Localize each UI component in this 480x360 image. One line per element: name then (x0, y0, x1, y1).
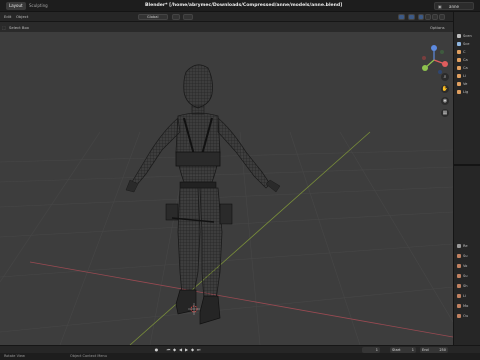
axis-x-icon[interactable] (442, 61, 448, 67)
properties-item[interactable]: Su (457, 274, 479, 281)
start-label: Start (392, 348, 401, 352)
overlay-toggle[interactable] (398, 14, 405, 20)
shading-wireframe-button[interactable] (418, 14, 424, 20)
window-title: Blender* [/home/abrymec/Downloads/Compre… (145, 3, 343, 8)
scene-icon: ▣ (438, 4, 442, 9)
play-icon[interactable]: ▶ (184, 347, 189, 352)
transform-orientation-dropdown[interactable]: Global (138, 14, 168, 20)
status-middle-hint: Object Context Menu (70, 354, 107, 358)
properties-item[interactable]: Su (457, 254, 479, 261)
properties-item[interactable]: Li (457, 294, 479, 301)
tab-layout[interactable]: Layout (6, 2, 26, 10)
outliner-item[interactable]: Sce (457, 42, 479, 49)
panel-divider[interactable] (454, 164, 480, 166)
shading-rendered-button[interactable] (439, 14, 445, 20)
properties-item[interactable]: Vo (457, 264, 479, 271)
menu-edit[interactable]: Edit (4, 14, 11, 19)
tool-icon: ⬚ (2, 25, 6, 30)
status-left-hint: Rotate View (4, 354, 25, 358)
outliner-item[interactable]: C (457, 50, 479, 57)
tool-settings-bar: ⬚ Select Box Options (0, 22, 453, 32)
properties-item[interactable]: Re (457, 244, 479, 251)
character-mesh[interactable] (125, 64, 281, 325)
properties-item[interactable]: Mo (457, 304, 479, 311)
select-mode-dropdown[interactable]: Select Box (9, 25, 29, 30)
scene-selector[interactable]: ▣ anne (434, 2, 474, 10)
xray-toggle[interactable] (408, 14, 415, 20)
jump-start-icon[interactable]: ⏮ (166, 347, 171, 352)
proportional-edit-toggle[interactable] (183, 14, 193, 20)
snap-toggle[interactable] (172, 14, 180, 20)
scene-name: anne (449, 4, 459, 9)
camera-icon[interactable]: ◉ (441, 97, 449, 105)
outliner-item[interactable]: Lig (457, 90, 479, 97)
axis-y-icon[interactable] (422, 65, 428, 71)
jump-end-icon[interactable]: ⏭ (196, 347, 201, 352)
x-axis-line (29, 261, 453, 338)
axis-z-icon[interactable] (431, 45, 437, 51)
grid-icon[interactable]: ▦ (441, 109, 449, 117)
prev-key-icon[interactable]: ◆ (172, 347, 177, 352)
properties-item[interactable]: Sh (457, 284, 479, 291)
outliner-item[interactable]: Li (457, 74, 479, 81)
top-bar: Layout Sculpting Blender* [/home/abrymec… (0, 0, 480, 12)
play-reverse-icon[interactable]: ◀ (178, 347, 183, 352)
shading-solid-button[interactable] (425, 14, 431, 20)
floor-grid (0, 131, 453, 345)
3d-viewport[interactable]: ⌕ ✋ ◉ ▦ (0, 32, 453, 345)
outliner-item[interactable]: Scen (457, 34, 479, 41)
end-label: End (422, 348, 429, 352)
hand-icon[interactable]: ✋ (441, 85, 449, 93)
outliner-item[interactable]: Ca (457, 58, 479, 65)
tab-sculpting[interactable]: Sculpting (26, 2, 51, 10)
viewport-header: Edit Object Global (0, 12, 453, 22)
zoom-icon[interactable]: ⌕ (441, 73, 449, 81)
outliner-item[interactable]: Ca (457, 66, 479, 73)
navigation-gizmo[interactable] (418, 44, 450, 76)
keyframe-dot-icon[interactable]: ● (154, 347, 159, 352)
viewport-canvas (0, 64, 453, 345)
next-key-icon[interactable]: ◆ (190, 347, 195, 352)
properties-item[interactable]: Ou (457, 314, 479, 321)
options-dropdown[interactable]: Options (430, 25, 445, 30)
menu-object[interactable]: Object (16, 14, 28, 19)
outliner-item[interactable]: Ve (457, 82, 479, 89)
shading-material-button[interactable] (432, 14, 438, 20)
status-bar: Rotate View Object Context Menu (0, 353, 480, 360)
timeline-bar: ● ⏮ ◆ ◀ ▶ ◆ ⏭ 1 Start 1 End 250 (0, 345, 480, 353)
orientation-label: Global (147, 15, 159, 19)
right-panel: Scen Sce C Ca Ca Li Ve Lig Re Su Vo Su S… (453, 12, 480, 345)
